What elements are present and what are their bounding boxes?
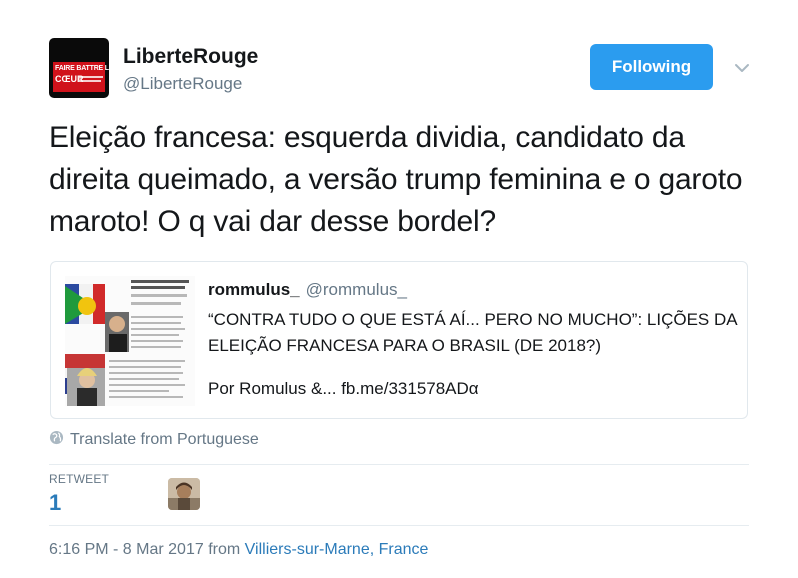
quoted-tweet-author: rommulus_ @rommulus_ [208,280,407,300]
avatar-text-line1: FAIRE BATTRE LE [55,65,109,72]
from-label: from [208,541,241,558]
avatar-small-text-mark [79,76,103,78]
quoted-tweet-text-tail: Por Romulus &... fb.me/331578ADα [208,379,479,398]
following-button[interactable]: Following [590,44,713,90]
quoted-tweet-text: “CONTRA TUDO O QUE ESTÁ AÍ... PERO NO MU… [208,310,737,355]
divider [49,464,749,465]
author-screen-name[interactable]: @LiberteRouge [123,74,242,94]
author-display-name[interactable]: LiberteRouge [123,45,258,69]
quoted-display-name: rommulus_ [208,280,300,299]
quoted-screen-name: @rommulus_ [305,280,407,299]
quoted-tweet-thumbnail [65,276,195,406]
chevron-down-icon[interactable] [732,58,752,78]
divider [49,525,749,526]
quoted-tweet-card[interactable]: rommulus_ @rommulus_ “CONTRA TUDO O QUE E… [50,261,748,419]
translate-link[interactable]: Translate from Portuguese [49,430,259,450]
author-avatar[interactable]: FAIRE BATTRE LE CŒUR [49,38,109,98]
tweet-meta: 6:16 PM - 8 Mar 2017 from Villiers-sur-M… [49,541,428,559]
avatar-small-text-mark [79,80,101,82]
retweeter-avatar[interactable] [168,478,200,510]
retweet-count[interactable]: 1 [49,490,61,516]
translate-label: Translate from Portuguese [70,431,259,448]
location-link[interactable]: Villiers-sur-Marne, France [245,541,429,558]
tweet-text: Eleição francesa: esquerda dividia, cand… [49,121,743,238]
tweet-timestamp[interactable]: 6:16 PM - 8 Mar 2017 [49,541,204,558]
retweet-label: RETWEET [49,472,110,486]
globe-icon [49,430,64,450]
